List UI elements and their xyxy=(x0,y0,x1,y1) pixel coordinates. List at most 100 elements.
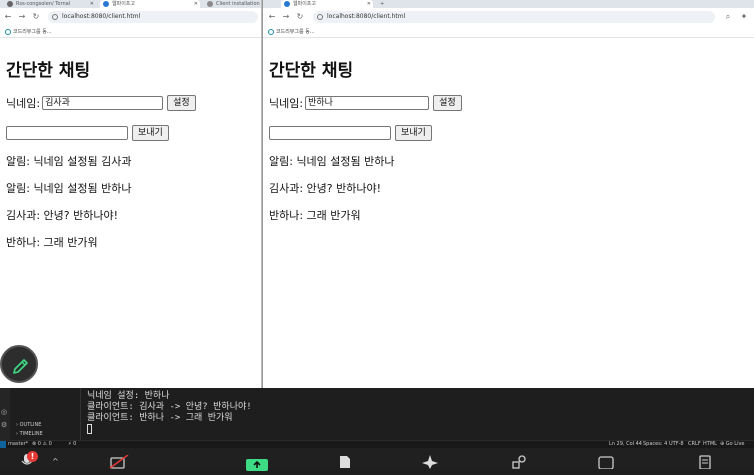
message-item: 반하나: 그래 반가워 xyxy=(269,209,361,222)
cursor-position[interactable]: Ln 29, Col 44 xyxy=(609,441,642,448)
send-button[interactable]: 보내기 xyxy=(132,125,169,141)
message-item: 김사과: 안녕? 반하나야! xyxy=(6,209,119,222)
terminal-line: 클라이언트: 김사과 -> 안녕? 반하나야! xyxy=(87,402,252,412)
taskbar: ! ^ xyxy=(0,448,754,471)
problems-indicator[interactable]: ⊗ 0 ⚠ 0 xyxy=(32,441,52,448)
close-tab-icon[interactable]: ✕ xyxy=(194,0,198,8)
message-item: 알림: 닉네임 설정됨 김사과 xyxy=(6,155,132,168)
page-title: 간단한 채팅 xyxy=(6,61,91,81)
floating-edit-button[interactable] xyxy=(0,345,38,383)
set-nickname-button[interactable]: 설정 xyxy=(167,95,196,111)
bookmark-icon xyxy=(268,29,274,35)
new-tab-button[interactable]: + xyxy=(377,0,389,8)
nickname-row: 닉네임: 반하나 설정 xyxy=(269,95,748,111)
page-icon xyxy=(284,1,290,7)
line-ending[interactable]: CRLF xyxy=(688,441,701,448)
share-screen-icon[interactable] xyxy=(246,456,268,475)
bookmarks-bar: 코드리뷰그룹 동... xyxy=(0,26,261,38)
navigation-bar: ← → ↻ localhost:8080/client.html xyxy=(0,8,261,26)
terminal-line: 클라이언트: 반하나 -> 그래 반가워 xyxy=(87,413,233,423)
outline-section[interactable]: › OUTLINE xyxy=(10,421,76,430)
vscode-panel: ◎ ⚙ › OUTLINE › TIMELINE 닉네임 설정: 반하나 클라이… xyxy=(0,388,754,440)
bookmark-item[interactable]: 코드리뷰그룹 동... xyxy=(276,29,315,35)
document-icon[interactable] xyxy=(338,454,352,473)
nickname-input[interactable]: 반하나 xyxy=(305,96,430,110)
tab-chat[interactable]: 웹파이프고 ✕ xyxy=(100,0,200,8)
reload-icon[interactable]: ↻ xyxy=(31,11,41,23)
site-info-icon[interactable] xyxy=(52,14,58,20)
tab-chat[interactable]: 웹파이프고 ✕ xyxy=(281,0,373,8)
address-bar[interactable]: localhost:8080/client.html xyxy=(313,11,715,23)
close-tab-icon[interactable]: ✕ xyxy=(367,0,371,8)
message-item: 김사과: 안녕? 반하나야! xyxy=(269,182,382,195)
chat-page: 간단한 채팅 닉네임: 반하나 설정 보내기 알림: 닉네임 설정됨 반하나 김… xyxy=(263,56,754,222)
bookmark-icon xyxy=(5,29,11,35)
zoom-icon[interactable]: ⌕ xyxy=(723,11,733,23)
status-bar: master* ⊗ 0 ⚠ 0 ⚡ 0 Ln 29, Col 44 Spaces… xyxy=(0,440,754,448)
nickname-label: 닉네임: xyxy=(269,97,304,110)
back-icon[interactable]: ← xyxy=(267,11,277,23)
browser-window-left: Rss-congsolen/ Tornal ✕ 웹파이프고 ✕ Client i… xyxy=(0,0,262,388)
bookmarks-bar: 코드리뷰그룹 동... xyxy=(263,26,754,38)
shapes-icon[interactable] xyxy=(512,454,526,473)
sparkle-icon[interactable] xyxy=(422,454,438,473)
window-icon[interactable] xyxy=(598,454,614,473)
close-tab-icon[interactable]: ✕ xyxy=(90,0,94,8)
tab-strip: Rss-congsolen/ Tornal ✕ 웹파이프고 ✕ Client i… xyxy=(0,0,261,8)
timeline-section[interactable]: › TIMELINE xyxy=(10,430,76,439)
terminal-line: 닉네임 설정: 반하나 xyxy=(87,391,170,401)
terminal[interactable]: 닉네임 설정: 반하나 클라이언트: 김사과 -> 안녕? 반하나야! 클라이언… xyxy=(80,388,754,440)
nickname-label: 닉네임: xyxy=(6,97,41,110)
notes-icon[interactable] xyxy=(698,454,712,473)
go-live-button[interactable]: ⊕ Go Live xyxy=(720,441,745,448)
site-info-icon[interactable] xyxy=(317,14,323,20)
address-bar[interactable]: localhost:8080/client.html xyxy=(48,11,258,23)
github-icon xyxy=(7,1,13,7)
notification-badge: ! xyxy=(27,451,38,462)
tab-client-installation[interactable]: Client installation xyxy=(204,0,261,8)
terminal-prompt[interactable] xyxy=(87,424,754,435)
message-item: 알림: 닉네임 설정됨 반하나 xyxy=(6,182,132,195)
back-icon[interactable]: ← xyxy=(3,11,13,23)
remote-indicator[interactable] xyxy=(0,441,6,448)
extension-icon[interactable]: ✦ xyxy=(739,11,749,23)
indentation[interactable]: Spaces: 4 xyxy=(643,441,667,448)
globe-icon xyxy=(207,1,213,7)
page-icon xyxy=(103,1,109,7)
account-icon[interactable]: ◎ xyxy=(1,408,7,416)
forward-icon[interactable]: → xyxy=(17,11,27,23)
language-mode[interactable]: HTML xyxy=(703,441,717,448)
bookmark-item[interactable]: 코드리뷰그룹 동... xyxy=(13,29,52,35)
branch-indicator[interactable]: master* xyxy=(8,441,28,448)
encoding[interactable]: UTF-8 xyxy=(669,441,684,448)
message-input[interactable] xyxy=(269,126,391,140)
chevron-right-icon: › xyxy=(16,422,18,428)
chevron-up-icon[interactable]: ^ xyxy=(52,457,59,466)
activity-bar: ◎ ⚙ xyxy=(0,388,10,440)
message-list: 알림: 닉네임 설정됨 김사과 알림: 닉네임 설정됨 반하나 김사과: 안녕?… xyxy=(6,155,255,249)
terminal-cursor xyxy=(87,424,92,434)
navigation-bar: ← → ↻ localhost:8080/client.html ⌕ ✦ xyxy=(263,8,754,26)
pencil-icon xyxy=(13,359,28,374)
tab-strip: 웹파이프고 ✕ + xyxy=(263,0,754,8)
message-list: 알림: 닉네임 설정됨 반하나 김사과: 안녕? 반하나야! 반하나: 그래 반… xyxy=(269,155,748,222)
message-item: 알림: 닉네임 설정됨 반하나 xyxy=(269,155,395,168)
forward-icon[interactable]: → xyxy=(281,11,291,23)
message-row: 보내기 xyxy=(6,125,255,141)
browser-window-right: 웹파이프고 ✕ + ← → ↻ localhost:8080/client.ht… xyxy=(262,0,754,388)
nickname-row: 닉네임: 김사과 설정 xyxy=(6,95,255,111)
send-button[interactable]: 보내기 xyxy=(395,125,432,141)
chat-page: 간단한 채팅 닉네임: 김사과 설정 보내기 알림: 닉네임 설정됨 김사과 알… xyxy=(0,56,261,249)
chevron-right-icon: › xyxy=(16,431,18,437)
message-item: 반하나: 그래 반가워 xyxy=(6,236,98,249)
page-title: 간단한 채팅 xyxy=(269,61,354,81)
message-input[interactable] xyxy=(6,126,128,140)
tab-rss[interactable]: Rss-congsolen/ Tornal ✕ xyxy=(4,0,96,8)
set-nickname-button[interactable]: 설정 xyxy=(433,95,462,111)
camera-off-icon[interactable] xyxy=(108,454,132,473)
message-row: 보내기 xyxy=(269,125,748,141)
gear-icon[interactable]: ⚙ xyxy=(1,421,7,429)
ports-indicator[interactable]: ⚡ 0 xyxy=(68,441,76,448)
reload-icon[interactable]: ↻ xyxy=(295,11,305,23)
nickname-input[interactable]: 김사과 xyxy=(42,96,164,110)
